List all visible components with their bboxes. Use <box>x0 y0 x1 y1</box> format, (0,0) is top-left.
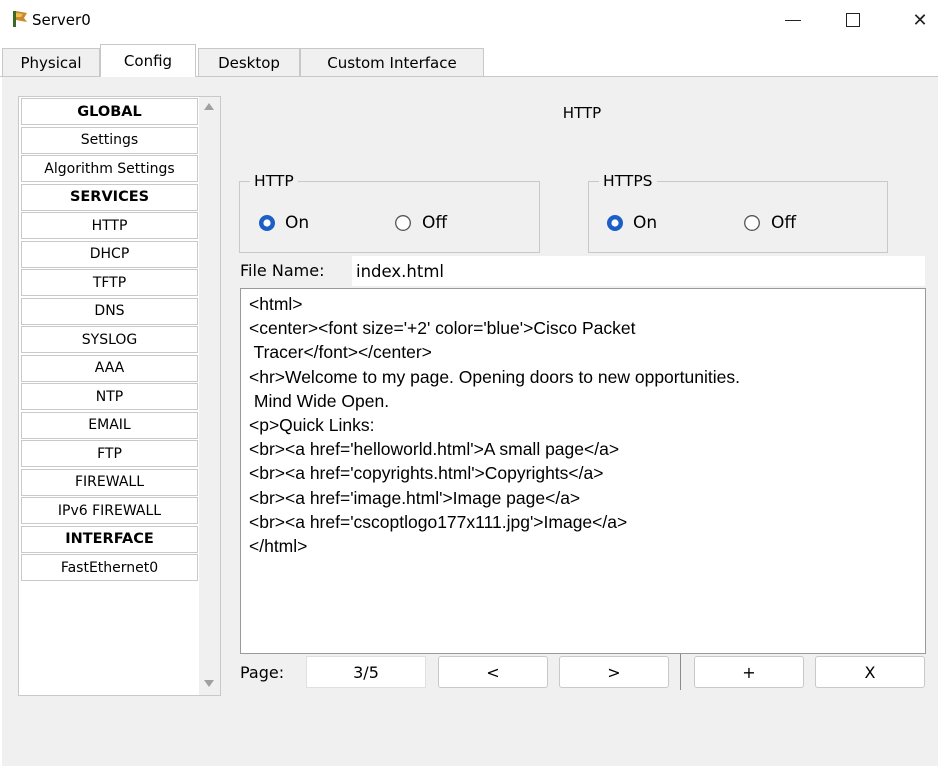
file-name-label: File Name: <box>240 261 325 280</box>
title-bar: Server0 ✕ <box>0 0 938 40</box>
sidebar-item-settings[interactable]: Settings <box>21 126 198 154</box>
file-name-input[interactable] <box>352 256 925 286</box>
editor-line: Tracer</font></center> <box>249 342 432 363</box>
sidebar-item-syslog[interactable]: SYSLOG <box>21 326 198 353</box>
close-icon: ✕ <box>912 9 928 31</box>
close-button[interactable]: ✕ <box>900 4 938 36</box>
minimize-button[interactable] <box>773 4 813 36</box>
tab-config[interactable]: Config <box>100 44 196 77</box>
sidebar-item-firewall[interactable]: FIREWALL <box>21 468 198 496</box>
sidebar-item-aaa[interactable]: AAA <box>21 354 198 382</box>
sidebar-item-ipv6-firewall[interactable]: IPv6 FIREWALL <box>21 497 198 524</box>
https-off-label[interactable]: Off <box>771 213 796 233</box>
maximize-button[interactable] <box>833 4 873 36</box>
sidebar-header-services: SERVICES <box>21 183 198 211</box>
scroll-down-arrow-icon[interactable] <box>204 680 214 687</box>
sidebar-item-tftp[interactable]: TFTP <box>21 269 198 296</box>
http-on-label[interactable]: On <box>285 213 309 233</box>
http-off-label[interactable]: Off <box>422 213 447 233</box>
next-page-button[interactable]: > <box>559 656 669 688</box>
sidebar-item-fastethernet0[interactable]: FastEthernet0 <box>21 554 198 581</box>
editor-line: <br><a href='cscoptlogo177x111.jpg'>Imag… <box>249 511 628 532</box>
tab-desktop[interactable]: Desktop <box>198 48 300 76</box>
sidebar-item-ftp[interactable]: FTP <box>21 440 198 467</box>
editor-line: <br><a href='helloworld.html'>A small pa… <box>249 439 620 460</box>
sidebar-item-email[interactable]: EMAIL <box>21 411 198 439</box>
previous-page-button[interactable]: < <box>438 656 548 688</box>
remove-page-button[interactable]: X <box>815 656 925 688</box>
http-group-legend: HTTP <box>250 172 298 190</box>
editor-line: <p>Quick Links: <box>249 415 375 436</box>
server-app-icon <box>13 11 27 27</box>
config-sidebar: GLOBAL Settings Algorithm Settings SERVI… <box>18 96 221 696</box>
tab-custom-interface[interactable]: Custom Interface <box>300 48 484 76</box>
sidebar-header-interface: INTERFACE <box>21 525 198 553</box>
sidebar-item-dhcp[interactable]: DHCP <box>21 240 198 268</box>
sidebar-item-dns[interactable]: DNS <box>21 297 198 325</box>
sidebar-item-http[interactable]: HTTP <box>21 212 198 239</box>
window-title: Server0 <box>32 11 91 29</box>
scroll-up-arrow-icon[interactable] <box>204 103 214 110</box>
add-page-button[interactable]: + <box>694 656 804 688</box>
page-label: Page: <box>240 663 285 682</box>
editor-line: </html> <box>249 536 308 557</box>
editor-line: <html> <box>249 294 303 314</box>
https-on-radio[interactable] <box>604 212 626 234</box>
https-off-radio[interactable] <box>741 212 763 234</box>
sidebar-scrollbar[interactable] <box>199 97 220 695</box>
page-title: HTTP <box>562 104 602 122</box>
editor-line: <hr>Welcome to my page. Opening doors to… <box>249 366 740 387</box>
sidebar-header-global: GLOBAL <box>21 98 198 125</box>
pager-divider <box>680 654 681 690</box>
tab-physical[interactable]: Physical <box>2 48 100 76</box>
https-on-label[interactable]: On <box>633 213 657 233</box>
https-group-legend: HTTPS <box>599 172 657 190</box>
page-indicator: 3/5 <box>306 656 426 688</box>
minimize-icon <box>785 19 801 21</box>
editor-line: Mind Wide Open. <box>249 390 390 411</box>
editor-line: <center><font size='+2' color='blue'>Cis… <box>249 318 636 339</box>
sidebar-item-ntp[interactable]: NTP <box>21 383 198 410</box>
html-editor-textarea[interactable]: <html> <center><font size='+2' color='bl… <box>240 288 926 654</box>
editor-line: <br><a href='image.html'>Image page</a> <box>249 487 581 508</box>
maximize-icon <box>846 13 860 27</box>
http-off-radio[interactable] <box>392 212 414 234</box>
editor-line: <br><a href='copyrights.html'>Copyrights… <box>249 463 604 484</box>
sidebar-item-algorithm-settings[interactable]: Algorithm Settings <box>21 155 198 182</box>
http-on-radio[interactable] <box>256 212 278 234</box>
